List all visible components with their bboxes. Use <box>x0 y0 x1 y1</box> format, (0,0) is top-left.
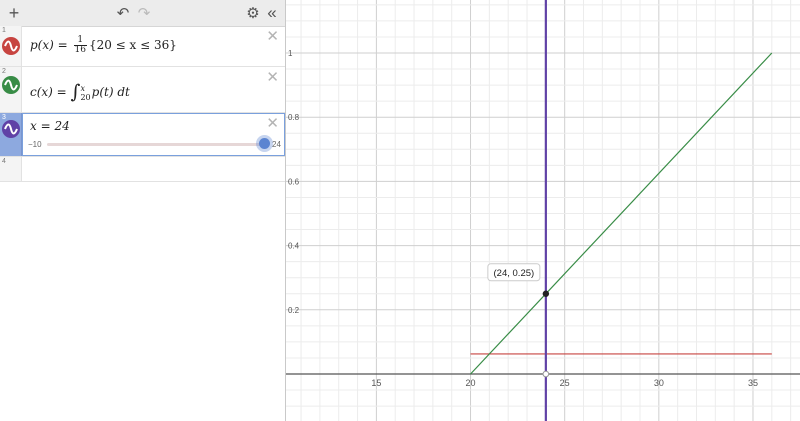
x-tick-label: 20 <box>466 378 476 388</box>
add-item-button[interactable]: + <box>4 0 24 26</box>
expression-c-definition[interactable]: c(x) = ∫ x 20 p(t) dt <box>30 79 130 103</box>
fraction-denominator: 16 <box>74 45 86 55</box>
purple-wave-icon[interactable] <box>2 120 20 138</box>
delete-expression-icon[interactable]: ✕ <box>266 27 279 45</box>
x-tick-label: 15 <box>371 378 381 388</box>
slider-min-label[interactable]: −10 <box>28 140 42 149</box>
slider-thumb[interactable] <box>259 138 270 149</box>
y-tick-label: 0.8 <box>288 113 300 122</box>
fraction: 1 16 <box>73 36 87 55</box>
integral-limits: x 20 <box>80 84 90 102</box>
domain-restriction: {20 ≤ x ≤ 36} <box>88 38 177 52</box>
delete-expression-icon[interactable]: ✕ <box>266 114 279 132</box>
expression-row-3[interactable]: 3 x = 24 ✕ <box>0 113 285 156</box>
intersection-point <box>542 290 550 297</box>
point-layer: (24, 0.25) <box>487 263 550 378</box>
expression-p-definition[interactable]: p(x) = 1 16 {20 ≤ x ≤ 36} <box>30 36 177 55</box>
point-coordinate-label: (24, 0.25) <box>494 268 535 279</box>
y-tick-label: 0.4 <box>288 242 300 251</box>
green-wave-icon[interactable] <box>2 76 20 94</box>
graph-canvas[interactable]: 1520253035400.20.40.60.81 (24, 0.25) <box>286 0 800 421</box>
settings-gear-icon[interactable]: ⚙ <box>245 0 261 26</box>
integrand: p(t) dt <box>91 85 130 99</box>
integral-lower-limit: 20 <box>80 92 91 102</box>
expression-gutter: 2 <box>0 67 22 112</box>
expression-lhs: c(x) = <box>30 85 71 99</box>
expression-panel: + ↶ ↷ ⚙ « 1 p(x) = 1 16 {20 ≤ x ≤ 36} ✕ 2 … <box>0 0 286 421</box>
expression-x-equals[interactable]: x = 24 <box>30 119 70 133</box>
slider-track[interactable] <box>47 143 264 146</box>
integral-upper-limit: x <box>80 83 85 93</box>
expression-gutter-selected: 3 <box>0 113 22 156</box>
expression-row-4-empty[interactable]: 4 <box>0 156 285 182</box>
expression-gutter: 4 <box>0 157 22 181</box>
expression-index: 1 <box>2 27 6 34</box>
expression-gutter: 1 <box>0 26 22 66</box>
expression-index: 4 <box>2 158 6 165</box>
x-tick-label: 30 <box>654 378 664 388</box>
y-tick-label: 1 <box>288 49 293 58</box>
expression-row-2[interactable]: 2 c(x) = ∫ x 20 p(t) dt ✕ <box>0 67 285 113</box>
redo-button[interactable]: ↷ <box>135 0 153 26</box>
delete-expression-icon[interactable]: ✕ <box>266 68 279 86</box>
integral-sign-icon: ∫ <box>70 81 81 103</box>
slider-max-label[interactable]: 24 <box>272 140 281 149</box>
x-tick-label: 35 <box>748 378 758 388</box>
line-axis-marker <box>542 370 550 378</box>
y-tick-label: 0.2 <box>288 306 300 315</box>
expression-index: 2 <box>2 68 6 75</box>
expression-toolbar: + ↶ ↷ ⚙ « <box>0 0 285 27</box>
expression-lhs: p(x) = <box>30 38 72 52</box>
grid-lines <box>286 0 800 421</box>
collapse-panel-button[interactable]: « <box>264 0 280 26</box>
y-tick-label: 0.6 <box>288 177 300 186</box>
expression-row-1[interactable]: 1 p(x) = 1 16 {20 ≤ x ≤ 36} ✕ <box>0 26 285 67</box>
red-wave-icon[interactable] <box>2 37 20 55</box>
undo-button[interactable]: ↶ <box>114 0 132 26</box>
tick-labels: 1520253035400.20.40.60.81 <box>288 49 758 388</box>
x-tick-label: 25 <box>560 378 570 388</box>
